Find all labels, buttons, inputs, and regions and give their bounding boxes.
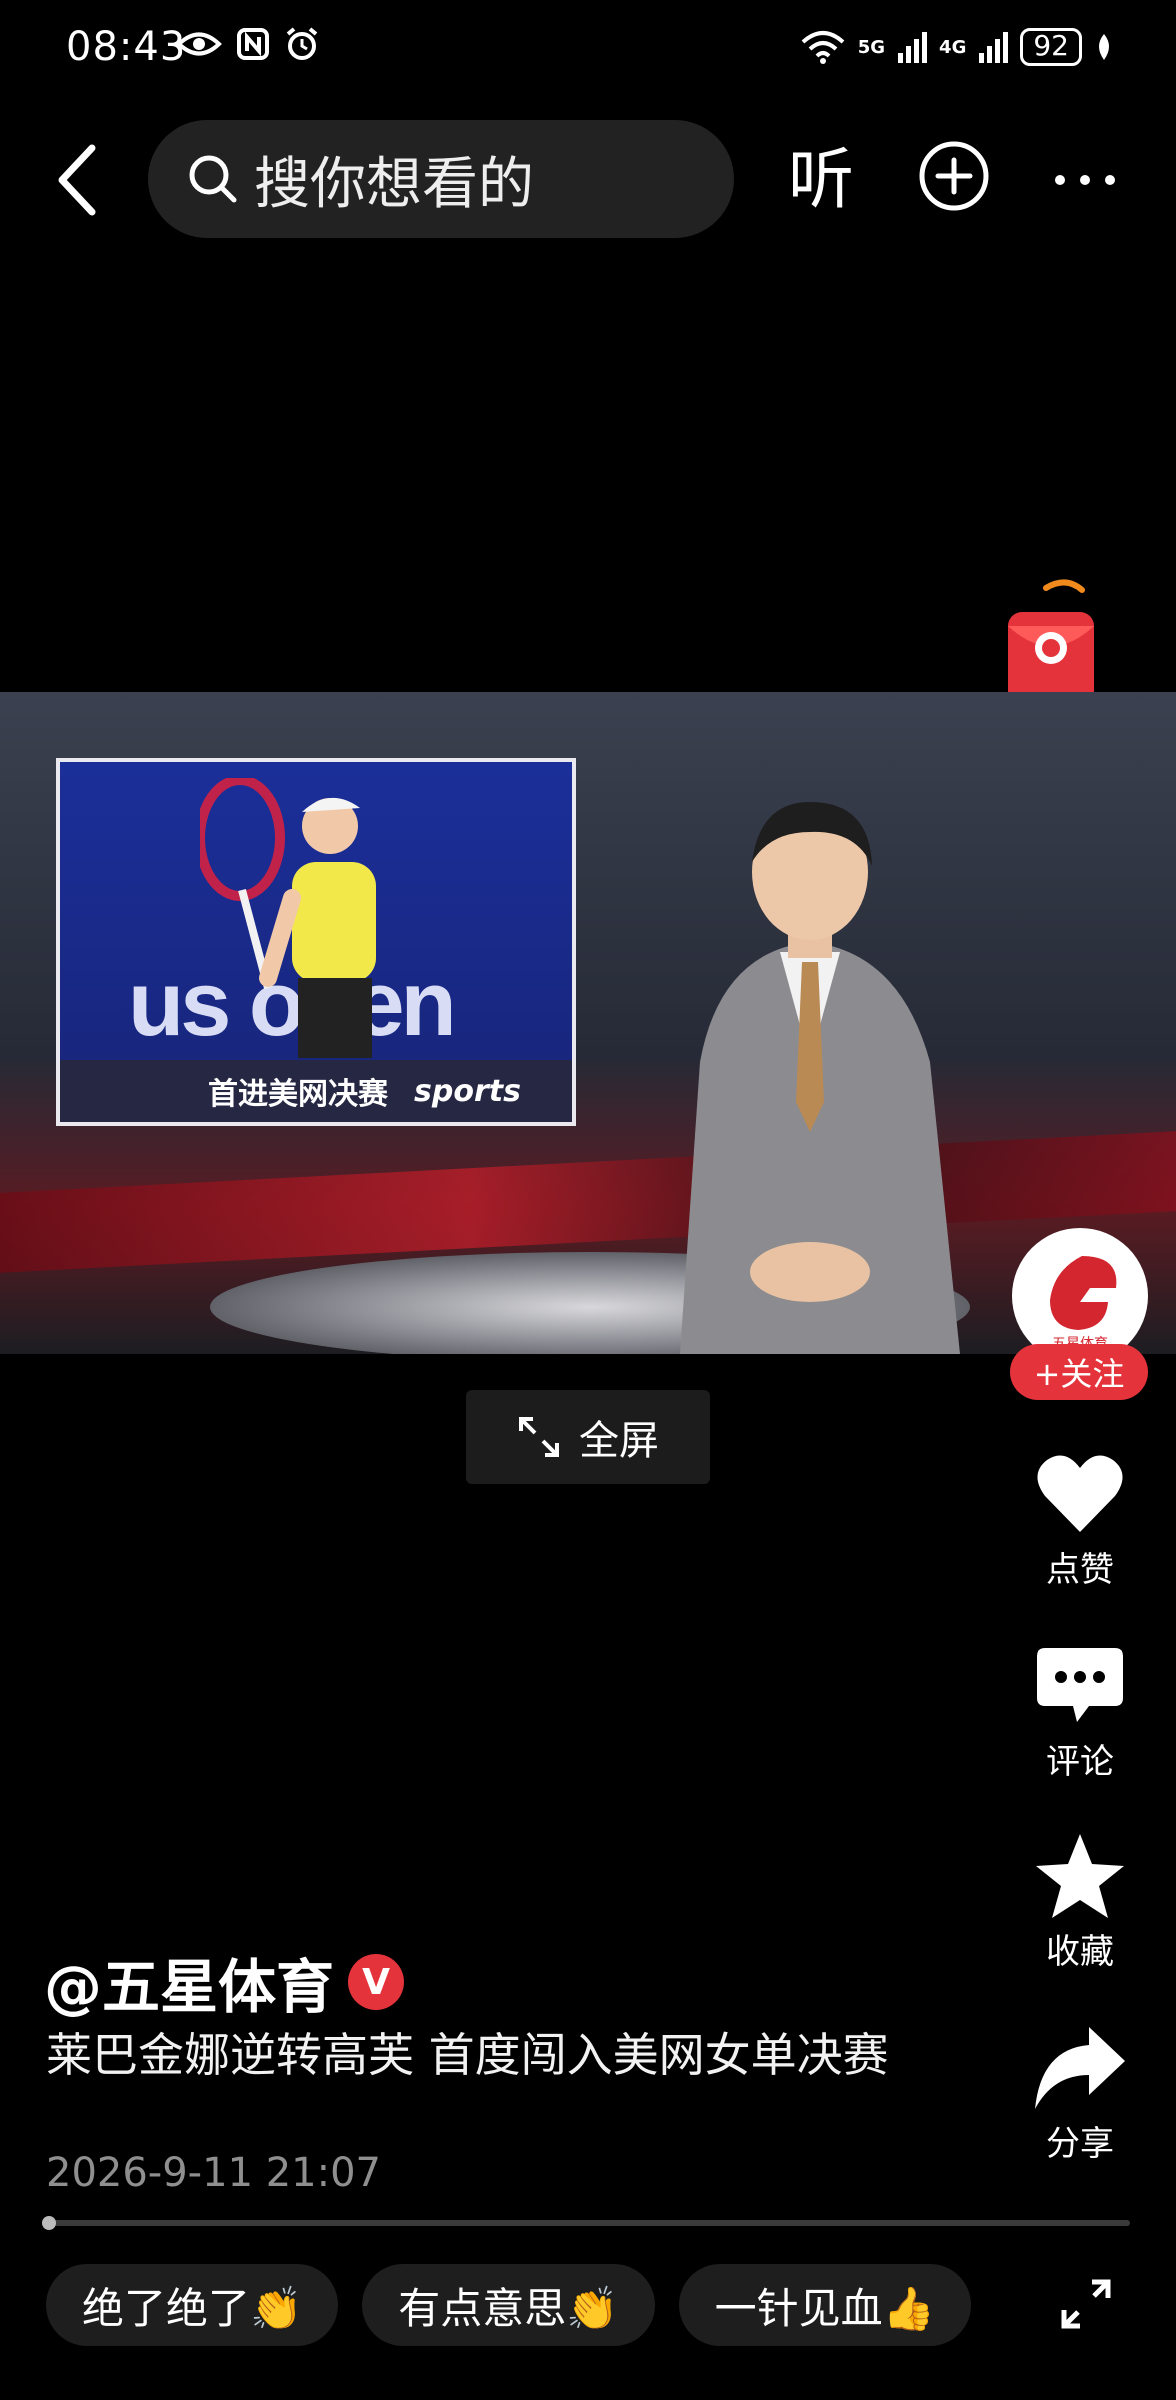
inset-caption: 首进美网决赛 [208, 1077, 388, 1112]
share-button[interactable]: 分享 [1020, 2020, 1140, 2165]
like-button[interactable]: 点赞 [1020, 1446, 1140, 1591]
wifi-icon [801, 31, 845, 64]
fullscreen-icon [519, 1417, 559, 1457]
battery-indicator: 92 [1020, 28, 1082, 66]
inset-caption-bar: 首进美网决赛 sports [60, 1060, 572, 1122]
signal-icon-2 [979, 32, 1009, 63]
eye-icon [176, 32, 222, 56]
star-icon [1036, 1834, 1124, 1918]
expand-icon[interactable] [1058, 2276, 1114, 2332]
status-left-icons [176, 26, 320, 62]
video-player[interactable]: us open 首进美网决赛 sports [0, 692, 1176, 1354]
status-time: 08:43 [66, 24, 187, 70]
progress-thumb[interactable] [42, 2216, 56, 2230]
favorite-button[interactable]: 收藏 [1020, 1828, 1140, 1973]
post-description: 莱巴金娜逆转高芙 首度闯入美网女单决赛 [46, 2028, 889, 2082]
more-icon[interactable] [1050, 150, 1120, 210]
favorite-label: 收藏 [1046, 1932, 1114, 1972]
search-input[interactable]: 搜你想看的 [148, 120, 734, 238]
like-label: 点赞 [1046, 1550, 1114, 1590]
comment-icon [1037, 1648, 1123, 1722]
follow-button[interactable]: +关注 [1010, 1344, 1148, 1400]
quick-comment-bar: 绝了绝了👏 有点意思👏 一针见血👍 [46, 2264, 971, 2346]
signal-icon [898, 32, 928, 63]
leaf-icon [1099, 34, 1109, 60]
add-icon[interactable] [918, 140, 990, 212]
listen-button[interactable]: 听 [788, 140, 854, 220]
search-placeholder: 搜你想看的 [254, 151, 534, 217]
back-icon[interactable] [50, 140, 110, 220]
share-label: 分享 [1046, 2124, 1114, 2164]
verified-badge: V [348, 1954, 405, 2010]
comment-label: 评论 [1046, 1742, 1114, 1782]
fullscreen-label: 全屏 [579, 1418, 659, 1464]
comment-button[interactable]: 评论 [1020, 1638, 1140, 1783]
quick-comment-chip[interactable]: 绝了绝了👏 [46, 2264, 339, 2346]
channel-logo-icon: 五星体育 [1050, 1256, 1117, 1352]
nfc-icon [237, 28, 269, 60]
video-inset-screen: us open 首进美网决赛 sports [56, 758, 576, 1126]
post-date: 2026-9-11 21:07 [46, 2150, 381, 2196]
red-packet-icon[interactable] [1004, 576, 1098, 710]
author-name-row[interactable]: @五星体育 V [44, 1940, 405, 2024]
inset-brand: sports [414, 1073, 521, 1109]
news-anchor-figure [680, 802, 960, 1354]
status-right-icons: 5G 4G 92 [800, 28, 1114, 66]
heart-icon [1037, 1455, 1123, 1532]
quick-comment-chip[interactable]: 有点意思👏 [362, 2264, 655, 2346]
author-name[interactable]: @五星体育 [44, 1940, 334, 2024]
network-label-5g: 5G [857, 36, 886, 58]
search-icon [189, 155, 237, 203]
alarm-icon [286, 27, 318, 60]
share-icon [1035, 2027, 1125, 2109]
tennis-player-figure [200, 778, 376, 1058]
video-progress-bar[interactable] [42, 2216, 1130, 2230]
fullscreen-button[interactable]: 全屏 [466, 1390, 710, 1484]
network-label-4g: 4G [939, 36, 967, 58]
quick-comment-chip[interactable]: 一针见血👍 [678, 2264, 971, 2346]
